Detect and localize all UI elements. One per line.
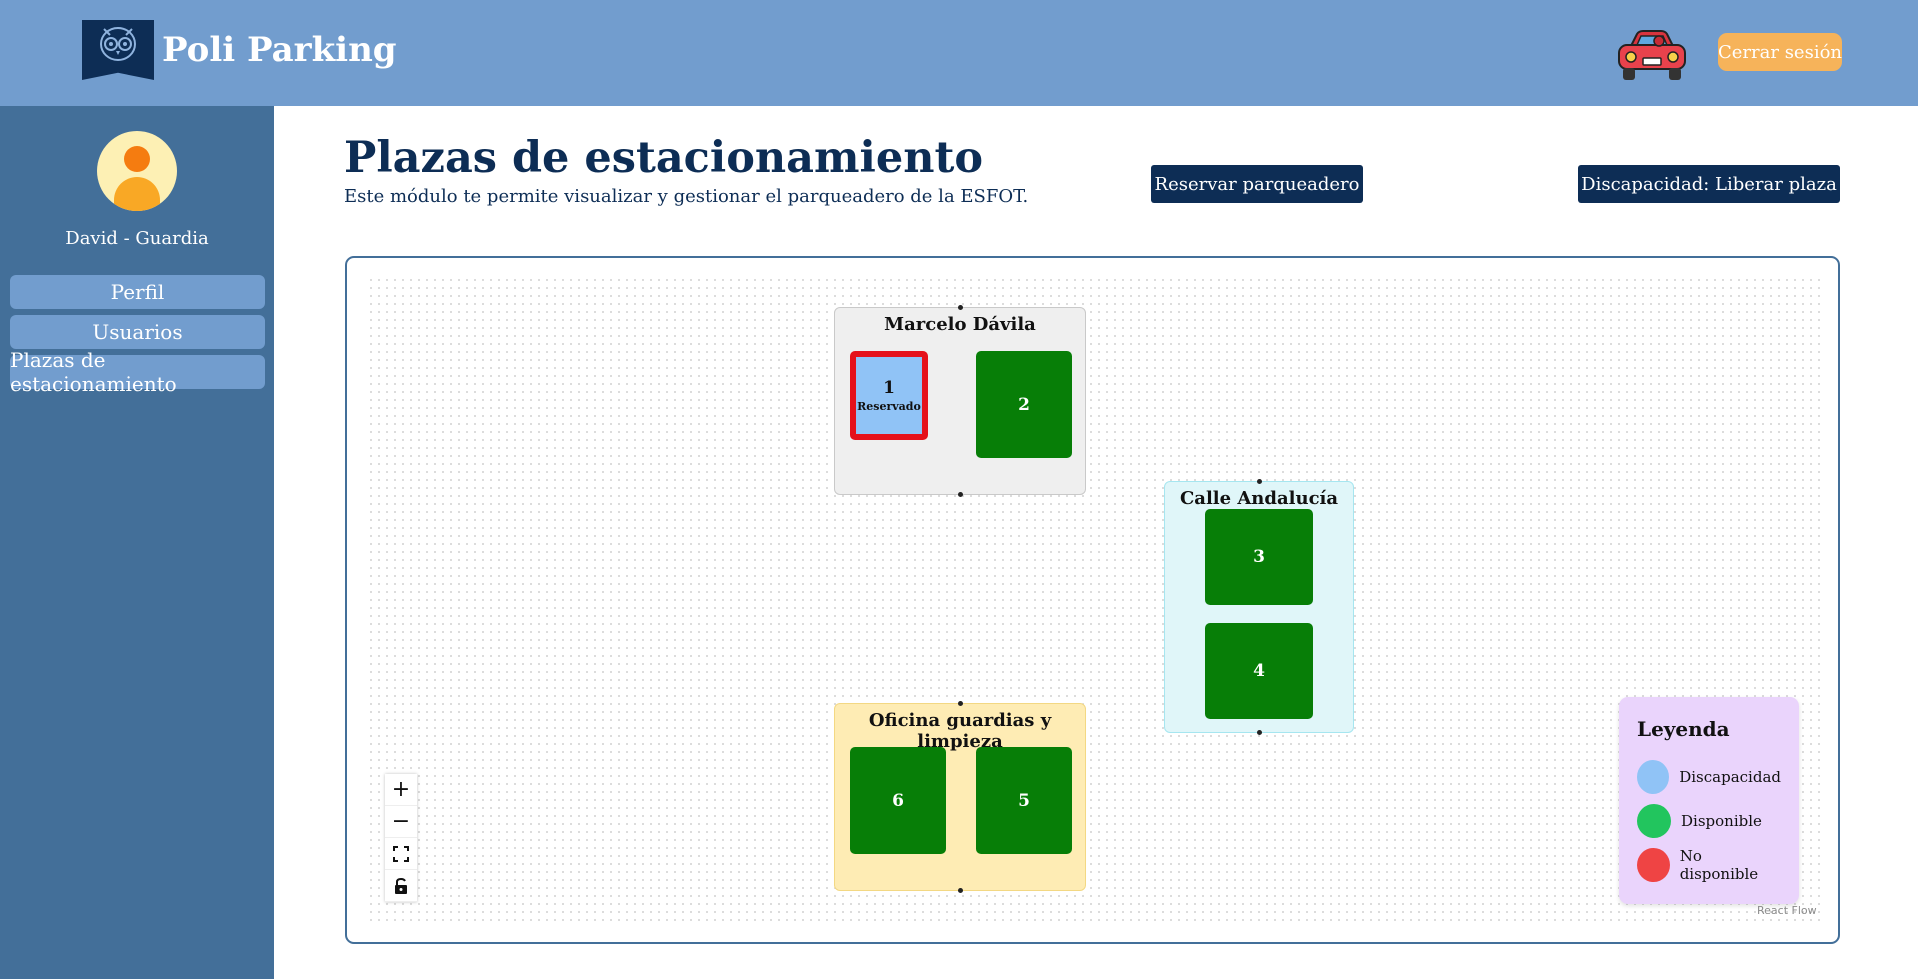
spot-number: 4 [1253,661,1265,681]
legend-label: Disponible [1681,812,1762,830]
legend-item-discapacidad: Discapacidad [1637,755,1781,799]
spot-status: Reservado [857,400,921,413]
parking-map-canvas[interactable]: Marcelo Dávila 1 Reservado 2 Calle Andal… [345,256,1840,944]
connection-handle[interactable] [958,492,963,497]
legend-label: Discapacidad [1679,768,1781,786]
sidebar-nav: Perfil Usuarios Plazas de estacionamient… [10,275,265,396]
react-flow-attribution[interactable]: React Flow [1757,904,1817,917]
sidebar-item-plazas[interactable]: Plazas de estacionamiento [10,348,265,396]
user-name: David - Guardia [65,228,209,249]
legend-panel: Leyenda Discapacidad Disponible No dispo… [1619,697,1799,904]
avatar [97,131,177,211]
lock-toggle-button[interactable] [385,870,417,902]
fit-view-icon [393,845,409,862]
sidebar-item-perfil[interactable]: Perfil [10,275,265,309]
reserve-parking-button[interactable]: Reservar parqueadero [1151,165,1363,203]
owl-logo-icon [82,20,154,80]
brand[interactable]: Poli Parking [82,20,397,80]
zone-oficina-guardias[interactable]: Oficina guardias y limpieza 6 5 [834,701,1086,893]
avatar-head [124,146,150,172]
parking-spot-6[interactable]: 6 [850,747,946,854]
spot-number: 5 [1018,790,1030,811]
sidebar: David - Guardia Perfil Usuarios Plazas d… [0,106,274,979]
parking-spot-3[interactable]: 3 [1205,509,1313,605]
connection-handle[interactable] [958,888,963,893]
parking-spot-1[interactable]: 1 Reservado [850,351,928,440]
spot-number: 2 [1018,394,1030,415]
zoom-in-button[interactable]: + [385,774,417,806]
zone-title: Marcelo Dávila [884,314,1036,335]
page-title: Plazas de estacionamiento [344,133,983,183]
legend-label: No disponible [1679,847,1759,883]
lock-icon [395,877,407,894]
zone-title: Calle Andalucía [1179,488,1339,509]
parking-spot-2[interactable]: 2 [976,351,1072,458]
release-disability-spot-button[interactable]: Discapacidad: Liberar plaza [1578,165,1840,203]
car-icon [1615,28,1689,84]
avatar-body [114,177,160,211]
page-description: Este módulo te permite visualizar y gest… [344,186,1029,207]
legend-item-disponible: Disponible [1637,799,1781,843]
connection-handle[interactable] [1257,730,1262,735]
legend-dot-icon [1637,804,1671,838]
fit-view-button[interactable] [385,838,417,870]
canvas-background [367,276,1821,926]
connection-handle[interactable] [958,701,963,706]
spot-number: 6 [892,790,904,811]
top-header: Poli Parking Cerrar sesión [0,0,1918,106]
parking-spot-4[interactable]: 4 [1205,623,1313,719]
legend-dot-icon [1637,848,1670,882]
spot-number: 3 [1253,547,1265,567]
zone-calle-andalucia[interactable]: Calle Andalucía 3 4 [1164,479,1354,735]
sidebar-item-usuarios[interactable]: Usuarios [10,315,265,349]
logout-button[interactable]: Cerrar sesión [1718,33,1842,71]
legend-item-no-disponible: No disponible [1637,843,1781,887]
zoom-out-button[interactable]: − [385,806,417,838]
legend-dot-icon [1637,760,1670,794]
spot-number: 1 [883,378,895,398]
zone-marcelo-davila[interactable]: Marcelo Dávila 1 Reservado 2 [834,305,1086,497]
connection-handle[interactable] [958,305,963,310]
zone-title: Oficina guardias y limpieza [868,710,1052,752]
flow-controls: + − [385,774,417,902]
parking-spot-5[interactable]: 5 [976,747,1072,854]
app-name: Poli Parking [162,30,397,70]
connection-handle[interactable] [1257,479,1262,484]
legend-title: Leyenda [1637,717,1730,741]
